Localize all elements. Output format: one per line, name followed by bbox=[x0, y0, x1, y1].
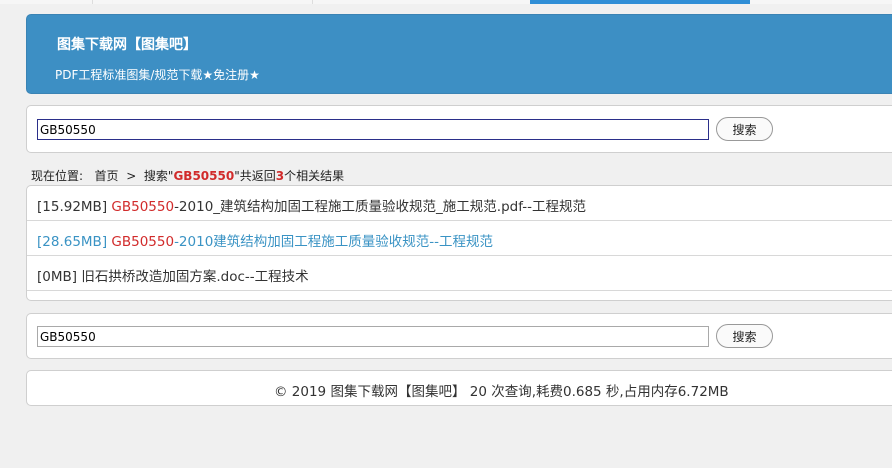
tab-divider bbox=[312, 0, 313, 4]
active-tab-indicator[interactable] bbox=[530, 0, 750, 4]
tab-divider bbox=[92, 0, 93, 4]
result-link[interactable]: [0MB] 旧石拱桥改造加固方案.doc--工程技术 bbox=[37, 265, 309, 285]
breadcrumb-home-link[interactable]: 首页 bbox=[95, 169, 119, 183]
site-header: 图集下载网【图集吧】 PDF工程标准图集/规范下载★免注册★ bbox=[26, 14, 892, 94]
file-size: [28.65MB] bbox=[37, 234, 112, 250]
result-title-rest: -2010建筑结构加固工程施工质量验收规范--工程规范 bbox=[174, 234, 494, 250]
result-item[interactable]: [15.92MB] GB50550-2010_建筑结构加固工程施工质量验收规范_… bbox=[27, 186, 892, 221]
result-title-rest: -2010_建筑结构加固工程施工质量验收规范_施工规范.pdf--工程规范 bbox=[174, 199, 586, 215]
breadcrumb-keyword: GB50550 bbox=[173, 169, 235, 183]
top-tab-strip bbox=[0, 0, 892, 4]
site-title[interactable]: 图集下载网【图集吧】 bbox=[57, 34, 197, 54]
footer-text: © 2019 图集下载网【图集吧】 20 次查询,耗费0.685 秒,占用内存6… bbox=[274, 384, 729, 400]
result-item[interactable]: [0MB] 旧石拱桥改造加固方案.doc--工程技术 bbox=[27, 256, 892, 291]
breadcrumb-middle: "共返回 bbox=[234, 169, 276, 183]
breadcrumb-separator: > bbox=[126, 169, 137, 183]
search-button-top[interactable]: 搜索 bbox=[716, 117, 773, 141]
results-list: [15.92MB] GB50550-2010_建筑结构加固工程施工质量验收规范_… bbox=[26, 185, 892, 301]
result-count: 3 bbox=[275, 169, 285, 183]
result-item[interactable]: [28.65MB] GB50550-2010建筑结构加固工程施工质量验收规范--… bbox=[27, 221, 892, 256]
keyword-highlight: GB50550 bbox=[111, 234, 175, 250]
breadcrumb-prefix: 现在位置: bbox=[31, 169, 84, 183]
file-size: [0MB] bbox=[37, 269, 82, 285]
keyword-highlight: GB50550 bbox=[111, 199, 175, 215]
page-footer: © 2019 图集下载网【图集吧】 20 次查询,耗费0.685 秒,占用内存6… bbox=[26, 370, 892, 406]
site-subtitle: PDF工程标准图集/规范下载★免注册★ bbox=[55, 68, 260, 82]
search-input-bottom[interactable] bbox=[37, 326, 709, 347]
search-panel-bottom: 搜索 bbox=[26, 313, 892, 359]
result-link[interactable]: [15.92MB] GB50550-2010_建筑结构加固工程施工质量验收规范_… bbox=[37, 195, 586, 215]
search-panel-top: 搜索 bbox=[26, 105, 892, 153]
breadcrumb-search-label: 搜索" bbox=[143, 169, 174, 183]
file-size: [15.92MB] bbox=[37, 199, 112, 215]
breadcrumb: 现在位置: 首页 > 搜索"GB50550"共返回3个相关结果 bbox=[31, 167, 344, 184]
result-link[interactable]: [28.65MB] GB50550-2010建筑结构加固工程施工质量验收规范--… bbox=[37, 230, 493, 250]
search-input-top[interactable] bbox=[37, 119, 709, 140]
breadcrumb-suffix: 个相关结果 bbox=[284, 169, 345, 183]
result-title-rest: 旧石拱桥改造加固方案.doc--工程技术 bbox=[81, 269, 309, 285]
search-button-bottom[interactable]: 搜索 bbox=[716, 324, 773, 348]
